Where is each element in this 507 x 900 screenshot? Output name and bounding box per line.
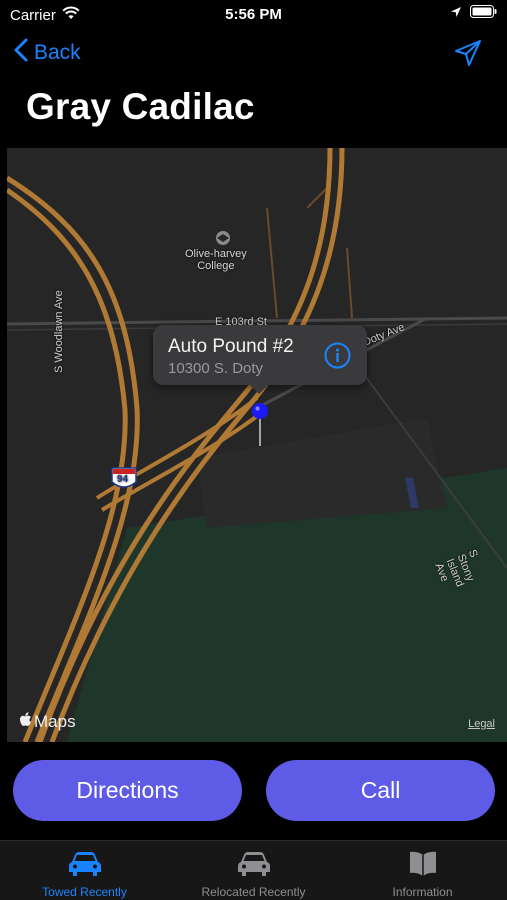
tab-label-towed-recently: Towed Recently	[42, 885, 127, 899]
location-arrow-icon	[450, 5, 462, 22]
maps-logo: Maps	[19, 712, 76, 732]
tab-label-information: Information	[392, 885, 453, 899]
back-label: Back	[34, 41, 81, 64]
college-label-line1: Olive-harvey	[185, 248, 247, 260]
location-callout[interactable]: Auto Pound #2 10300 S. Doty	[153, 325, 367, 394]
legal-link[interactable]: Legal	[468, 718, 495, 730]
status-time: 5:56 PM	[225, 6, 282, 23]
car-icon	[68, 851, 102, 880]
car-icon	[237, 851, 271, 880]
tab-bar: Towed Recently Relocated Recently Inform…	[0, 840, 507, 900]
navigation-bar: Back	[0, 34, 507, 74]
page-title: Gray Cadilac	[26, 86, 255, 127]
directions-button[interactable]: Directions	[13, 760, 242, 821]
interstate-shield-label: 94	[117, 474, 129, 485]
call-button[interactable]: Call	[266, 760, 495, 821]
info-icon[interactable]	[324, 342, 351, 374]
tab-towed-recently[interactable]: Towed Recently	[0, 841, 169, 900]
map-view[interactable]: Olive-harvey College E 103rd St Doty Ave…	[7, 148, 507, 742]
maps-logo-text: Maps	[34, 712, 76, 731]
status-bar: Carrier 5:56 PM	[0, 0, 507, 30]
callout-address: 10300 S. Doty	[168, 360, 264, 377]
college-label-line2: College	[197, 260, 235, 272]
share-button[interactable]	[453, 38, 483, 73]
book-icon	[408, 851, 438, 880]
status-right	[450, 5, 497, 22]
tab-label-relocated-recently: Relocated Recently	[201, 885, 306, 899]
street-label-woodlawn: S Woodlawn Ave	[53, 290, 65, 373]
tab-relocated-recently[interactable]: Relocated Recently	[169, 841, 338, 900]
paper-plane-icon	[453, 40, 483, 72]
callout-title: Auto Pound #2	[168, 336, 294, 357]
apple-logo-icon	[19, 712, 32, 732]
college-label: Olive-harvey College	[185, 248, 247, 272]
chevron-left-icon	[14, 38, 28, 68]
location-pin[interactable]	[251, 402, 269, 453]
battery-icon	[470, 5, 497, 22]
tab-information[interactable]: Information	[338, 841, 507, 900]
back-button[interactable]: Back	[14, 38, 81, 68]
